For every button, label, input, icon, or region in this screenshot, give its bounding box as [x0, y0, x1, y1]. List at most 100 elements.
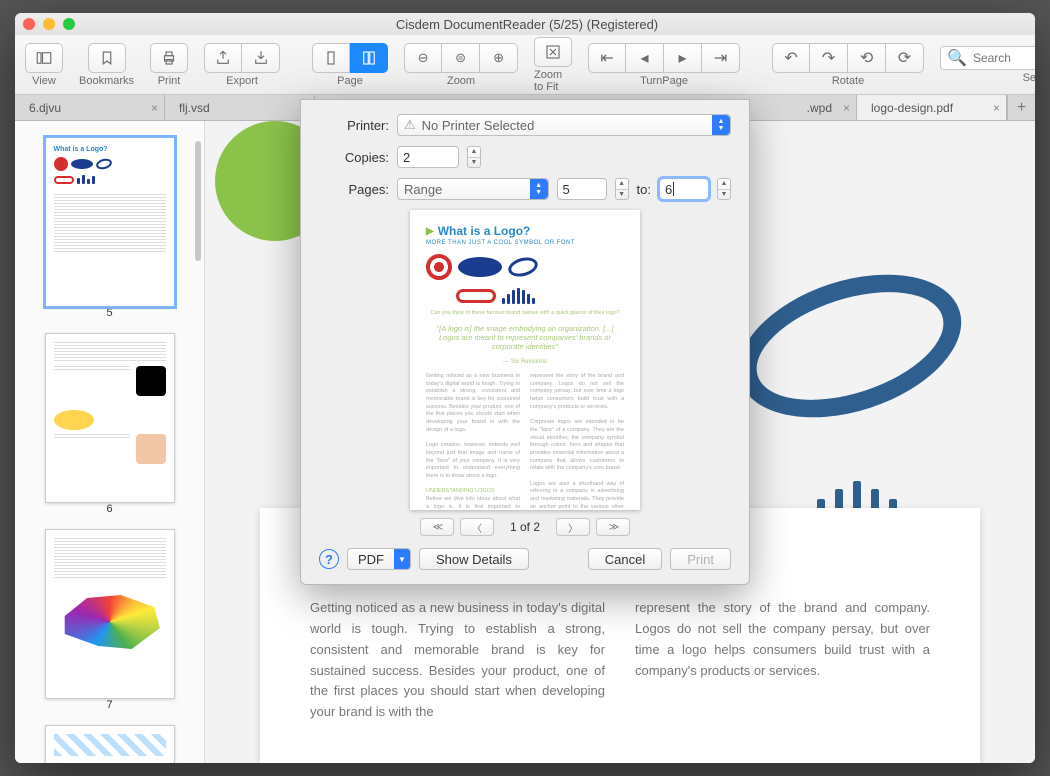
tab-label: logo-design.pdf: [871, 101, 953, 115]
preview-prev-button[interactable]: 〈: [460, 518, 494, 536]
preview-quote-source: — Six Revisions: [426, 359, 624, 365]
page-single-button[interactable]: [312, 43, 350, 73]
preview-subtitle: MORE THAN JUST A COOL SYMBOL OR FONT: [426, 240, 624, 246]
copies-stepper[interactable]: ▲▼: [467, 146, 481, 168]
pages-mode-select[interactable]: Range ▲▼: [397, 178, 549, 200]
zoom-actual-button[interactable]: ⊜: [442, 43, 480, 73]
range-from-input[interactable]: 5: [557, 178, 607, 200]
bookmarks-label: Bookmarks: [79, 75, 134, 87]
rotate-all-right-button[interactable]: ⟳: [886, 43, 924, 73]
printer-value: No Printer Selected: [422, 118, 535, 133]
thumbnail-7[interactable]: 7: [45, 529, 175, 711]
thumbnail-image: [45, 725, 175, 763]
help-button[interactable]: ?: [319, 549, 339, 569]
tab-flj-vsd[interactable]: flj.vsd ×: [165, 95, 315, 120]
range-to-input[interactable]: 6: [659, 178, 709, 200]
show-details-button[interactable]: Show Details: [419, 548, 529, 570]
thumbnail-image: What is a Logo?: [45, 137, 175, 307]
rotate-label: Rotate: [832, 75, 864, 87]
preview-pager: ≪ 〈 1 of 2 〉 ≫: [319, 518, 731, 536]
toolbar: View Bookmarks Print Export: [15, 35, 1035, 95]
preview-page-indicator: 1 of 2: [510, 520, 540, 534]
page-continuous-button[interactable]: [350, 43, 388, 73]
titlebar: Cisdem DocumentReader (5/25) (Registered…: [15, 13, 1035, 35]
zoom-in-button[interactable]: ⊕: [480, 43, 518, 73]
search-label: Search: [1023, 72, 1035, 84]
printer-select[interactable]: ⚠︎ No Printer Selected ▲▼: [397, 114, 731, 136]
rotate-all-left-button[interactable]: ⟲: [848, 43, 886, 73]
preview-quote: "[A logo is] the image embodying an orga…: [426, 324, 624, 351]
cancel-button[interactable]: Cancel: [588, 548, 662, 570]
pdf-dropdown-button[interactable]: PDF ▼: [347, 548, 411, 570]
preview-first-button[interactable]: ≪: [420, 518, 454, 536]
close-icon[interactable]: ×: [151, 101, 158, 115]
close-icon[interactable]: ×: [843, 101, 850, 115]
rotate-left-button[interactable]: ↶: [772, 43, 810, 73]
zoom-window-button[interactable]: [63, 18, 75, 30]
copies-input[interactable]: 2: [397, 146, 459, 168]
printer-label: Printer:: [319, 118, 389, 133]
range-to-stepper[interactable]: ▲▼: [717, 178, 731, 200]
thumbnail-number: 6: [45, 503, 175, 515]
tab-label: 6.djvu: [29, 101, 61, 115]
zoom-label: Zoom: [447, 75, 475, 87]
preview-last-button[interactable]: ≫: [596, 518, 630, 536]
to-label: to:: [637, 182, 651, 197]
thumbnail-number: 7: [45, 699, 175, 711]
turn-page-label: TurnPage: [640, 75, 688, 87]
preview-next-button[interactable]: 〉: [556, 518, 590, 536]
app-window: Cisdem DocumentReader (5/25) (Registered…: [15, 13, 1035, 763]
view-button[interactable]: [25, 43, 63, 73]
thumbnail-image: [45, 333, 175, 503]
copies-label: Copies:: [319, 150, 389, 165]
search-field[interactable]: 🔍: [940, 46, 1035, 70]
prev-page-button[interactable]: ◂: [626, 43, 664, 73]
thumbnail-sidebar[interactable]: What is a Logo? 5 6: [15, 121, 205, 763]
page-label: Page: [337, 75, 363, 87]
window-controls: [23, 18, 75, 30]
print-preview: What is a Logo? MORE THAN JUST A COOL SY…: [410, 210, 640, 510]
close-icon[interactable]: ×: [993, 101, 1000, 115]
print-dialog: Printer: ⚠︎ No Printer Selected ▲▼ Copie…: [300, 99, 750, 585]
pdf-label: PDF: [358, 552, 384, 567]
last-page-button[interactable]: ⇥: [702, 43, 740, 73]
tab-logo-design-pdf[interactable]: logo-design.pdf ×: [857, 95, 1007, 120]
print-confirm-button[interactable]: Print: [670, 548, 731, 570]
thumbnail-5[interactable]: What is a Logo? 5: [45, 137, 175, 319]
tab-6-djvu[interactable]: 6.djvu ×: [15, 95, 165, 120]
next-page-button[interactable]: ▸: [664, 43, 702, 73]
search-input[interactable]: [973, 51, 1035, 65]
new-tab-button[interactable]: +: [1007, 95, 1035, 120]
preview-title: What is a Logo?: [426, 224, 624, 238]
bookmarks-button[interactable]: [88, 43, 126, 73]
chevron-down-icon: ▼: [394, 549, 410, 569]
range-from-stepper[interactable]: ▲▼: [615, 178, 629, 200]
thumbnail-8[interactable]: [45, 725, 175, 763]
zoom-to-fit-label: Zoom to Fit: [534, 69, 572, 93]
zoom-out-button[interactable]: ⊖: [404, 43, 442, 73]
page-column-left: Getting noticed as a new business in tod…: [310, 598, 605, 723]
export-dropdown-button[interactable]: [242, 43, 280, 73]
view-label: View: [32, 75, 56, 87]
thumbnail-number: 5: [45, 307, 175, 319]
thumbnail-6[interactable]: 6: [45, 333, 175, 515]
print-button[interactable]: [150, 43, 188, 73]
thumbnail-image: [45, 529, 175, 699]
tab-label: flj.vsd: [179, 101, 210, 115]
tab-label: .wpd: [807, 101, 832, 115]
export-button[interactable]: [204, 43, 242, 73]
warning-icon: ⚠︎: [404, 117, 416, 133]
pages-label: Pages:: [319, 182, 389, 197]
chevron-updown-icon: ▲▼: [530, 179, 548, 199]
close-window-button[interactable]: [23, 18, 35, 30]
page-column-right: represent the story of the brand and com…: [635, 598, 930, 723]
zoom-to-fit-button[interactable]: [534, 37, 572, 67]
rotate-right-button[interactable]: ↷: [810, 43, 848, 73]
search-icon: 🔍: [947, 48, 967, 68]
minimize-window-button[interactable]: [43, 18, 55, 30]
tab-wpd[interactable]: .wpd ×: [801, 95, 857, 120]
window-title: Cisdem DocumentReader (5/25) (Registered…: [75, 17, 979, 32]
print-label: Print: [158, 75, 181, 87]
chevron-updown-icon: ▲▼: [712, 115, 730, 135]
first-page-button[interactable]: ⇤: [588, 43, 626, 73]
